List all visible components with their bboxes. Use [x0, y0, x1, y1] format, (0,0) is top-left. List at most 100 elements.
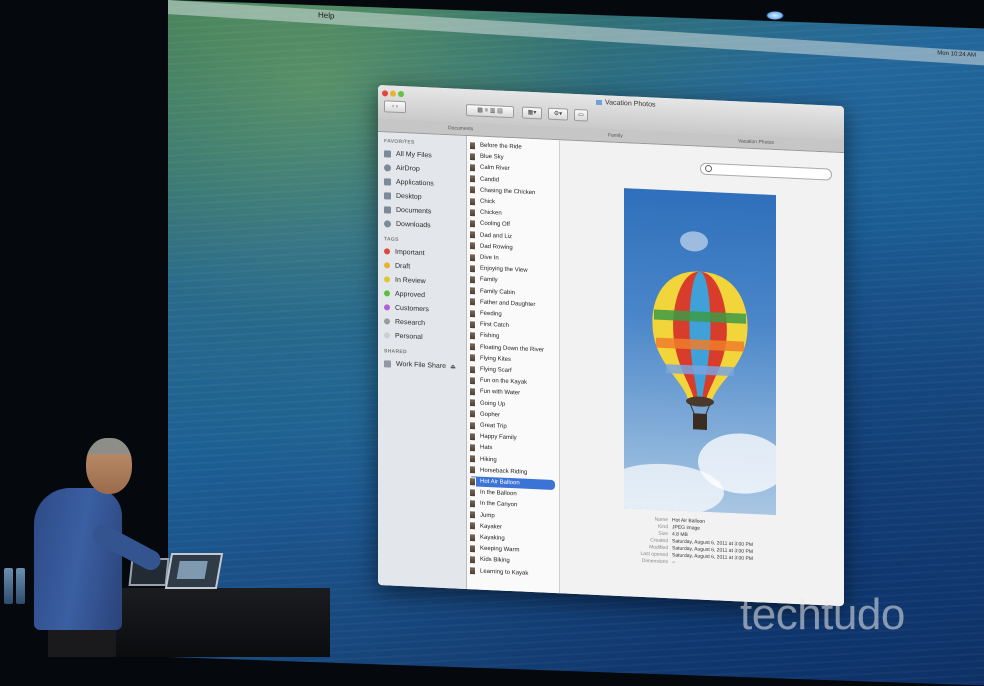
- tag-color-dot-icon: [384, 318, 390, 325]
- file-name: Jump: [480, 512, 495, 519]
- tag-color-dot-icon: [384, 262, 390, 269]
- sidebar-item-label: Downloads: [396, 220, 431, 229]
- laptop-screen: [176, 561, 208, 579]
- file-name: Cooling Off: [480, 221, 510, 229]
- file-name: Candid: [480, 176, 500, 184]
- sidebar-item-applications[interactable]: Applications: [384, 176, 434, 188]
- window-title-text: Vacation Photos: [605, 99, 656, 109]
- presenter: [20, 436, 170, 657]
- zoom-button[interactable]: [398, 90, 404, 98]
- sidebar-item-label: Desktop: [396, 192, 422, 201]
- file-name: Father and Daughter: [480, 299, 536, 308]
- view-mode-buttons[interactable]: ▦ ≡ ▥ ▤: [466, 103, 514, 119]
- file-name: Learning to Kayak: [480, 568, 529, 577]
- tag-color-dot-icon: [384, 248, 390, 255]
- sidebar: FAVORITES All My Files AirDrop Applicati…: [378, 132, 467, 597]
- downloads-icon: [384, 219, 391, 228]
- image-file-icon: [469, 443, 476, 453]
- tag-label: Important: [395, 248, 425, 257]
- image-file-icon: [469, 364, 476, 374]
- sidebar-item-label: Applications: [396, 178, 434, 188]
- file-name: Chicken: [480, 209, 502, 217]
- image-file-icon: [469, 476, 476, 486]
- tag-label: Draft: [395, 262, 411, 270]
- image-file-icon: [469, 196, 476, 206]
- image-file-icon: [469, 487, 476, 498]
- finder-window: Vacation Photos ‹ › ▦ ≡ ▥ ▤ ▦▾ ⚙▾ ▭ Docu…: [378, 85, 844, 607]
- image-file-icon: [469, 207, 476, 218]
- tags-header: TAGS: [384, 236, 399, 243]
- sidebar-item-desktop[interactable]: Desktop: [384, 190, 422, 202]
- image-file-icon: [469, 387, 476, 397]
- airdrop-icon: [384, 163, 391, 172]
- sidebar-tag-important[interactable]: Important: [384, 246, 425, 258]
- image-file-icon: [469, 398, 476, 408]
- sidebar-item-work-file-share[interactable]: Work File Share ⏏: [384, 358, 456, 371]
- share-button[interactable]: ▭: [574, 108, 588, 122]
- image-file-icon: [469, 521, 476, 531]
- tag-color-dot-icon: [384, 290, 390, 297]
- favorites-header: FAVORITES: [384, 138, 415, 146]
- menu-help[interactable]: Help: [318, 10, 334, 20]
- tag-label: Research: [395, 318, 425, 327]
- folder-icon: [596, 99, 602, 105]
- window-title: Vacation Photos: [596, 99, 655, 109]
- file-name: Calm River: [480, 165, 510, 173]
- image-file-icon: [469, 252, 476, 262]
- presenter-head: [86, 438, 132, 494]
- sidebar-tag-in-review[interactable]: In Review: [384, 274, 426, 286]
- tab-documents[interactable]: Documents: [448, 125, 473, 132]
- file-name: Great Trip: [480, 422, 507, 430]
- tag-color-dot-icon: [384, 332, 390, 339]
- image-file-icon: [469, 286, 476, 296]
- eject-icon[interactable]: ⏏: [450, 363, 456, 370]
- sidebar-item-downloads[interactable]: Downloads: [384, 218, 431, 230]
- close-button[interactable]: [382, 90, 388, 97]
- image-file-icon: [469, 275, 476, 285]
- file-name: Feeding: [480, 310, 502, 318]
- arrange-button[interactable]: ▦▾: [522, 106, 542, 120]
- file-name: Hot Air Balloon: [480, 478, 520, 487]
- sidebar-item-all-my-files[interactable]: All My Files: [384, 148, 432, 160]
- image-file-icon: [469, 465, 476, 475]
- sidebar-item-airdrop[interactable]: AirDrop: [384, 162, 420, 174]
- action-gear-button[interactable]: ⚙▾: [548, 107, 568, 121]
- sidebar-tag-research[interactable]: Research: [384, 316, 425, 328]
- search-icon: [705, 164, 712, 173]
- sidebar-item-documents[interactable]: Documents: [384, 204, 431, 216]
- file-name: Kayaker: [480, 523, 503, 531]
- image-file-icon: [469, 342, 476, 352]
- server-icon: [384, 359, 391, 368]
- file-name: Dad and Liz: [480, 232, 513, 240]
- image-file-icon: [469, 174, 476, 184]
- techtudo-watermark: techtudo: [740, 590, 905, 639]
- sidebar-tag-draft[interactable]: Draft: [384, 260, 410, 271]
- preview-pane: Name Hot Air Balloon Kind JPEG image Size 4.8…: [560, 140, 844, 607]
- file-name: Kids Biking: [480, 557, 510, 565]
- image-file-icon: [469, 353, 476, 363]
- preview-image: [624, 188, 776, 516]
- file-name: Before the Ride: [480, 142, 522, 151]
- image-file-icon: [469, 532, 476, 542]
- sidebar-tag-approved[interactable]: Approved: [384, 288, 425, 300]
- file-name: Going Up: [480, 400, 506, 408]
- file-name: Fishing: [480, 333, 500, 340]
- image-file-icon: [469, 151, 476, 162]
- tab-vacation-photos[interactable]: Vacation Photos: [738, 138, 774, 146]
- tab-family[interactable]: Family: [608, 132, 623, 139]
- file-name: Happy Family: [480, 433, 517, 442]
- file-name: Horseback Riding: [480, 467, 528, 476]
- back-forward-buttons[interactable]: ‹ ›: [384, 100, 406, 114]
- minimize-button[interactable]: [390, 90, 396, 97]
- laptop-right: [164, 553, 224, 589]
- image-file-icon: [469, 140, 476, 150]
- file-name: First Catch: [480, 321, 510, 330]
- file-name: Chick: [480, 198, 496, 206]
- sidebar-tag-personal[interactable]: Personal: [384, 330, 423, 342]
- presenter-torso: [34, 488, 122, 630]
- sidebar-tag-customers[interactable]: Customers: [384, 302, 429, 314]
- image-file-icon: [469, 409, 476, 419]
- image-file-icon: [469, 241, 476, 251]
- file-name: Flying Scarf: [480, 366, 512, 375]
- file-name: Blue Sky: [480, 153, 504, 161]
